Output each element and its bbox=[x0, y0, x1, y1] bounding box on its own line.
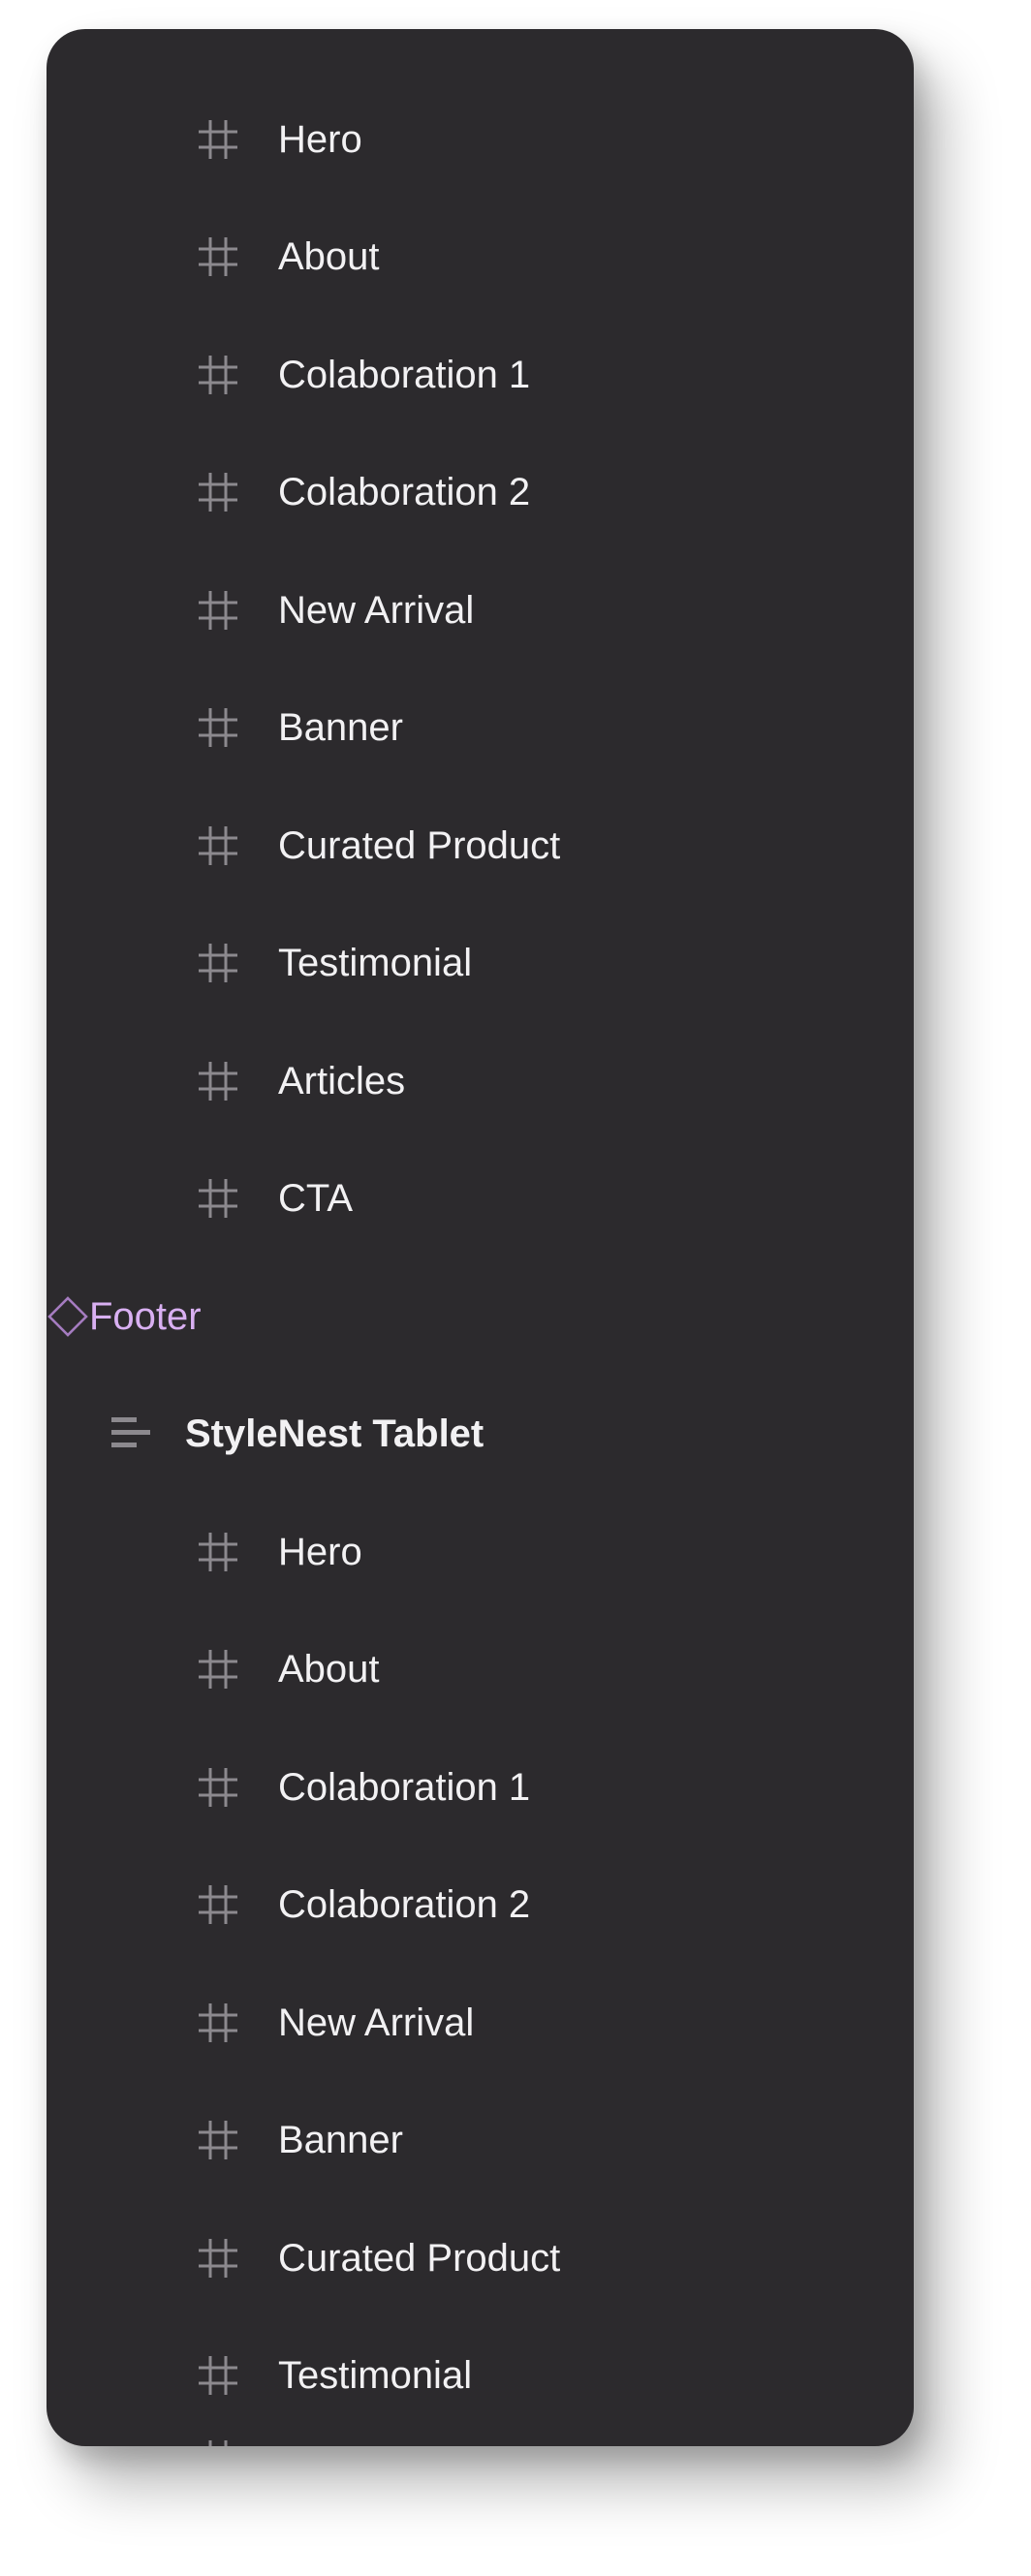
hash-icon bbox=[197, 1060, 239, 1102]
hash-icon bbox=[197, 2237, 239, 2280]
hash-icon bbox=[197, 1883, 239, 1926]
layer-list: Hero About Colaboration 1 Colaboration 2 New… bbox=[47, 80, 914, 2435]
hash-icon bbox=[197, 2354, 239, 2397]
layer-row[interactable]: Testimonial bbox=[47, 2317, 914, 2436]
layer-row[interactable]: Banner bbox=[47, 669, 914, 788]
layer-label: Footer bbox=[89, 1294, 202, 1338]
layer-label: New Arrival bbox=[278, 588, 475, 632]
layer-label: Banner bbox=[278, 706, 403, 750]
layer-label: New Arrival bbox=[278, 2001, 475, 2044]
layer-row[interactable]: Curated Product bbox=[47, 2199, 914, 2317]
layer-row[interactable]: About bbox=[47, 199, 914, 317]
layer-label: About bbox=[278, 235, 380, 279]
layer-row[interactable]: New Arrival bbox=[47, 551, 914, 669]
hash-icon bbox=[197, 706, 239, 749]
hash-icon bbox=[197, 354, 239, 396]
layer-row[interactable]: Colaboration 1 bbox=[47, 1728, 914, 1847]
layer-label: CTA bbox=[278, 1177, 354, 1221]
layer-label: StyleNest Tablet bbox=[185, 1412, 484, 1456]
layers-panel: Hero About Colaboration 1 Colaboration 2 New… bbox=[47, 29, 914, 2446]
layer-row[interactable]: Colaboration 2 bbox=[47, 1847, 914, 1965]
layer-label: About bbox=[278, 1648, 380, 1691]
hash-icon bbox=[197, 824, 239, 867]
layer-row[interactable]: CTA bbox=[47, 1140, 914, 1258]
hash-icon bbox=[197, 2119, 239, 2161]
align-left-icon bbox=[109, 1412, 152, 1455]
layer-row[interactable]: Colaboration 2 bbox=[47, 434, 914, 552]
layer-group-row[interactable]: StyleNest Tablet bbox=[47, 1376, 914, 1494]
layer-row[interactable]: Articles bbox=[47, 1022, 914, 1140]
layer-label: Articles bbox=[278, 1059, 406, 1102]
layer-label: Colaboration 2 bbox=[278, 471, 531, 514]
layer-label: Curated Product bbox=[278, 823, 561, 867]
layer-label: Testimonial bbox=[278, 2354, 473, 2398]
hash-icon bbox=[197, 235, 239, 278]
layer-row[interactable]: Hero bbox=[47, 1493, 914, 1611]
layer-row[interactable]: Hero bbox=[47, 80, 914, 199]
diamond-icon bbox=[47, 1295, 89, 1338]
hash-icon bbox=[197, 1531, 239, 1573]
hash-icon bbox=[197, 1766, 239, 1809]
layer-label: Testimonial bbox=[278, 942, 473, 985]
layer-row[interactable]: Curated Product bbox=[47, 787, 914, 905]
layer-row[interactable]: New Arrival bbox=[47, 1964, 914, 2082]
layer-row[interactable]: About bbox=[47, 1611, 914, 1729]
hash-icon bbox=[197, 471, 239, 513]
hash-icon bbox=[197, 942, 239, 984]
layer-label: Colaboration 2 bbox=[278, 1883, 531, 1927]
layer-label: Hero bbox=[278, 117, 362, 161]
hash-icon bbox=[197, 118, 239, 161]
layer-row[interactable]: Testimonial bbox=[47, 905, 914, 1023]
layer-row[interactable]: Banner bbox=[47, 2082, 914, 2200]
hash-icon bbox=[197, 589, 239, 632]
hash-icon bbox=[197, 1648, 239, 1691]
clipped-layer-icon bbox=[197, 2440, 239, 2446]
layer-label: Colaboration 1 bbox=[278, 1765, 531, 1809]
layer-row[interactable]: Colaboration 1 bbox=[47, 316, 914, 434]
layer-row[interactable]: Footer bbox=[47, 1257, 914, 1376]
layer-label: Colaboration 1 bbox=[278, 353, 531, 396]
layer-label: Hero bbox=[278, 1530, 362, 1573]
layer-label: Curated Product bbox=[278, 2236, 561, 2280]
hash-icon bbox=[197, 1177, 239, 1220]
hash-icon bbox=[197, 2002, 239, 2044]
layer-label: Banner bbox=[278, 2119, 403, 2162]
